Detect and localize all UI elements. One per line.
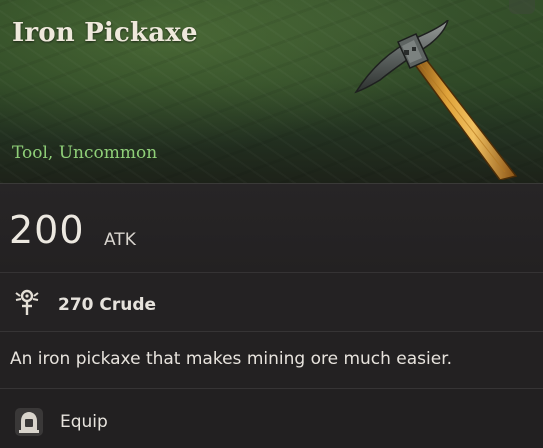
- material-quality: 270 Crude: [58, 295, 157, 315]
- item-type-rarity: Tool, Uncommon: [12, 143, 158, 163]
- equip-label: Equip: [60, 412, 108, 432]
- item-tooltip: Iron Pickaxe Tool, Uncommon 200 ATK 270 …: [0, 0, 543, 448]
- attack-stat: 200 ATK: [0, 184, 543, 273]
- item-header: Iron Pickaxe Tool, Uncommon: [0, 0, 543, 184]
- equip-icon: [15, 408, 43, 436]
- description-text: An iron pickaxe that makes mining ore mu…: [10, 349, 453, 369]
- item-name: Iron Pickaxe: [12, 18, 198, 48]
- item-description: An iron pickaxe that makes mining ore mu…: [0, 332, 543, 389]
- material-row: 270 Crude: [0, 273, 543, 332]
- iron-pickaxe-icon: [354, 20, 518, 180]
- attack-value: 200: [9, 208, 85, 252]
- attack-label: ATK: [104, 230, 136, 250]
- corner-decoration: [509, 0, 535, 14]
- crude-material-icon: [15, 289, 39, 315]
- equip-action[interactable]: Equip: [0, 389, 543, 448]
